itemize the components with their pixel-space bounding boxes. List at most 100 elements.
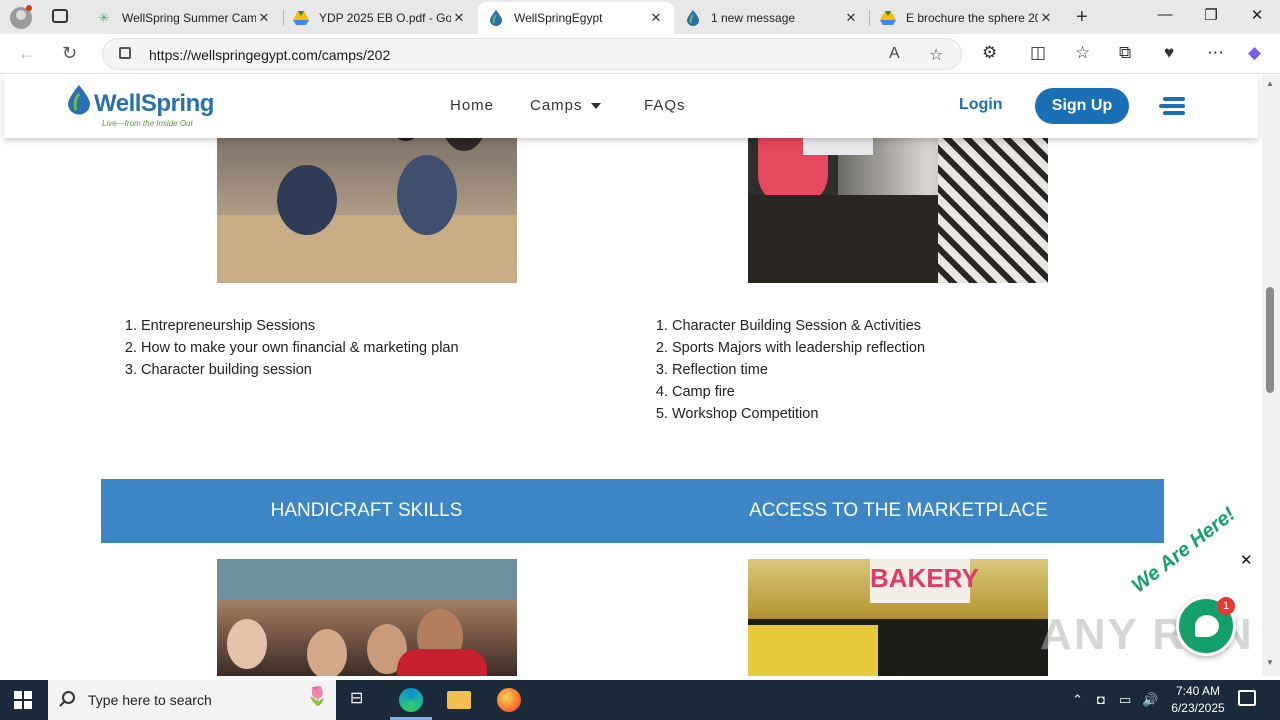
close-tab-icon[interactable]: ✕ — [451, 10, 467, 26]
handicraft-skills-heading: HANDICRAFT SKILLS — [270, 500, 463, 521]
tab-actions-icon[interactable] — [52, 9, 68, 23]
read-aloud-icon[interactable]: A — [889, 45, 900, 63]
nav-home[interactable]: Home — [450, 97, 494, 114]
taskbar-search-box[interactable]: Type here to search 🌷 — [48, 680, 336, 720]
list-item: Workshop Competition — [672, 403, 925, 425]
list-item: Camp fire — [672, 381, 925, 403]
wellspring-drop-icon — [488, 10, 504, 26]
tray-overflow-chevron-icon[interactable]: ⌃ — [1072, 692, 1083, 708]
chat-close-icon[interactable]: ✕ — [1240, 551, 1253, 569]
tab-title: 1 new message — [711, 11, 796, 25]
wellspring-logo[interactable]: WellSpring Live—from the Inside Out — [68, 83, 214, 131]
right-activities-list: Character Building Session & Activities … — [632, 315, 925, 425]
firefox-icon[interactable] — [497, 688, 521, 712]
nav-camps-label: Camps — [530, 97, 583, 114]
url-path: /camps/202 — [317, 47, 391, 63]
scroll-down-arrow-icon[interactable]: ▼ — [1266, 658, 1274, 667]
back-arrow-icon[interactable]: ← — [18, 43, 36, 64]
search-icon — [62, 691, 75, 704]
login-link[interactable]: Login — [959, 96, 1003, 114]
tab-title: WellSpring Summer Camp — [122, 11, 256, 25]
close-window-icon[interactable]: ✕ — [1234, 6, 1280, 24]
url-text[interactable]: https://wellspringegypt.com/camps/202 — [149, 47, 390, 63]
windows-start-icon[interactable] — [14, 691, 32, 709]
new-tab-icon[interactable]: + — [1076, 6, 1088, 29]
collections-icon[interactable]: ⧉ — [1119, 43, 1131, 63]
restore-icon[interactable]: ❐ — [1188, 6, 1234, 24]
clock-time: 7:40 AM — [1175, 684, 1221, 698]
hamburger-menu-icon[interactable] — [1159, 97, 1185, 117]
list-item: Reflection time — [672, 359, 925, 381]
volume-icon[interactable]: 🔊 — [1142, 692, 1158, 708]
list-item: Entrepreneurship Sessions — [141, 315, 459, 337]
scrollbar-thumb[interactable] — [1266, 287, 1274, 393]
google-drive-icon — [293, 10, 309, 26]
chat-unread-badge: 1 — [1217, 597, 1235, 615]
clock-date: 6/23/2025 — [1171, 701, 1225, 715]
bakery-stall-photo: BAKERY — [748, 559, 1048, 676]
tab-e-brochure[interactable]: E brochure the sphere 20 ✕ — [870, 2, 1064, 34]
tab-wellspringegypt[interactable]: WellSpringEgypt ✕ — [478, 2, 674, 34]
close-tab-icon[interactable]: ✕ — [648, 10, 664, 26]
list-item: How to make your own financial & marketi… — [141, 337, 459, 359]
page-viewport: Entrepreneurship Sessions How to make yo… — [0, 75, 1262, 676]
logo-tagline: Live—from the Inside Out — [102, 119, 193, 128]
network-icon[interactable]: ▭ — [1119, 692, 1131, 708]
meet-now-icon[interactable]: ◘ — [1097, 692, 1105, 707]
windows-taskbar: Type here to search 🌷 ⊟ ⌃ ◘ ▭ 🔊 7:40 AM … — [0, 680, 1280, 720]
file-explorer-icon[interactable] — [447, 691, 471, 709]
left-activities-list: Entrepreneurship Sessions How to make yo… — [101, 315, 459, 381]
browser-essentials-icon[interactable]: ♥ — [1164, 43, 1174, 63]
lock-icon[interactable] — [119, 47, 131, 59]
chevron-down-icon — [590, 103, 601, 110]
wellspring-drop-icon — [68, 85, 90, 115]
copilot-icon[interactable]: ◆ — [1248, 43, 1261, 63]
tab-wellspring-summer-camp[interactable]: ✳ WellSpring Summer Camp ✕ — [86, 2, 282, 34]
site-header: WellSpring Live—from the Inside Out Home… — [4, 75, 1258, 138]
address-bar[interactable]: https://wellspringegypt.com/camps/202 A … — [102, 38, 962, 70]
tab-new-message[interactable]: 1 new message ✕ — [675, 2, 869, 34]
notification-center-icon[interactable] — [1238, 690, 1256, 706]
extensions-icon[interactable]: ⚙ — [982, 43, 997, 63]
refresh-icon[interactable]: ↻ — [62, 43, 77, 64]
logo-wordmark: WellSpring — [94, 90, 214, 117]
taskbar-clock[interactable]: 7:40 AM 6/23/2025 — [1160, 683, 1236, 717]
more-options-icon[interactable]: ⋯ — [1207, 43, 1224, 63]
split-screen-icon[interactable]: ◫ — [1030, 43, 1046, 63]
profile-notification-dot — [26, 5, 32, 11]
list-item: Sports Majors with leadership reflection — [672, 337, 925, 359]
section-banner: HANDICRAFT SKILLS ACCESS TO THE MARKETPL… — [101, 479, 1164, 543]
chat-bubble-icon — [1195, 615, 1219, 637]
google-drive-icon — [880, 10, 896, 26]
tab-title: YDP 2025 EB O.pdf - Goo — [319, 11, 451, 25]
nav-faqs[interactable]: FAQs — [644, 97, 686, 114]
list-item: Character building session — [141, 359, 459, 381]
list-item: Character Building Session & Activities — [672, 315, 925, 337]
close-tab-icon[interactable]: ✕ — [843, 10, 859, 26]
task-view-icon[interactable]: ⊟ — [350, 688, 374, 712]
scroll-up-arrow-icon[interactable]: ▲ — [1266, 79, 1274, 88]
handicraft-group-photo — [217, 559, 517, 676]
nav-camps[interactable]: Camps — [530, 97, 601, 114]
close-tab-icon[interactable]: ✕ — [256, 10, 272, 26]
url-host: wellspringegypt.com — [191, 47, 318, 63]
tab-ydp-pdf[interactable]: YDP 2025 EB O.pdf - Goo ✕ — [283, 2, 477, 34]
tulip-decoration-icon: 🌷 — [306, 686, 329, 706]
tab-title: WellSpringEgypt — [514, 11, 603, 25]
green-star-icon: ✳ — [98, 10, 110, 25]
browser-toolbar: ← ↻ https://wellspringegypt.com/camps/20… — [0, 34, 1280, 74]
taskbar-search-placeholder: Type here to search — [88, 692, 212, 708]
access-marketplace-heading: ACCESS TO THE MARKETPLACE — [749, 500, 1048, 521]
browser-tab-strip: ✳ WellSpring Summer Camp ✕ YDP 2025 EB O… — [0, 0, 1280, 34]
page-scrollbar[interactable]: ▲ ▼ — [1262, 75, 1280, 676]
bakery-sign: BAKERY — [870, 559, 979, 603]
url-scheme: https:// — [149, 47, 192, 63]
minimize-icon[interactable]: — — [1142, 6, 1188, 23]
edge-browser-icon[interactable] — [399, 688, 423, 712]
tab-title: E brochure the sphere 20 — [906, 11, 1038, 25]
favorites-icon[interactable]: ☆ — [1075, 43, 1090, 63]
favorite-star-icon[interactable]: ☆ — [929, 45, 943, 65]
signup-button[interactable]: Sign Up — [1035, 88, 1129, 124]
wellspring-drop-icon — [685, 10, 701, 26]
close-tab-icon[interactable]: ✕ — [1038, 10, 1054, 26]
